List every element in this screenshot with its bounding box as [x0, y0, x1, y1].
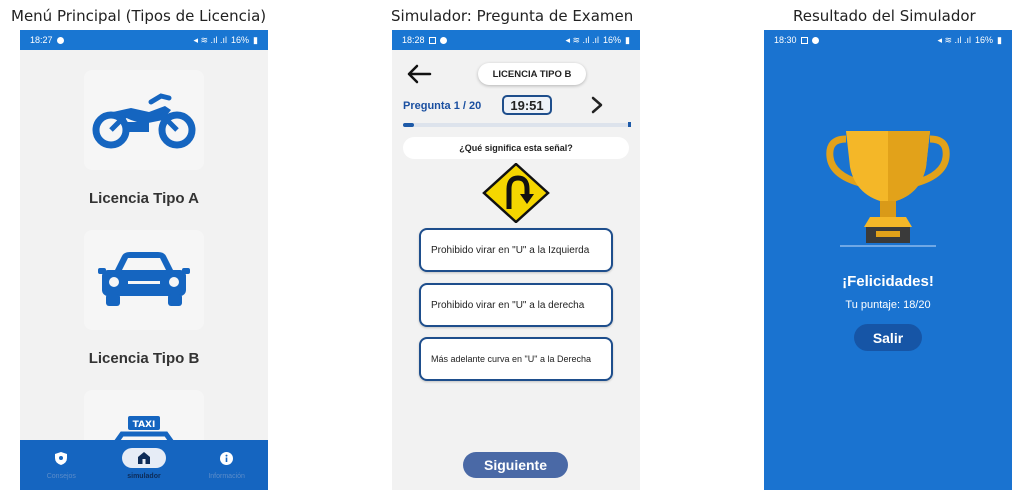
progress-end-marker	[628, 122, 631, 127]
signal-icon: ◂ ≋ .ıl .ıl	[565, 34, 600, 45]
gallery-icon	[428, 36, 436, 44]
back-arrow-icon[interactable]	[406, 64, 432, 88]
status-bar: 18:28 ◂ ≋ .ıl .ıl 16% ▮	[392, 30, 640, 50]
exam-screen: 18:28 ◂ ≋ .ıl .ıl 16% ▮ LICENCIA TIPO B Pr…	[392, 30, 640, 490]
congratulations-title: ¡Felicidades!	[842, 273, 934, 290]
info-icon	[205, 448, 249, 468]
notification-icon	[439, 36, 447, 44]
status-bar: 18:27 ◂ ≋ .ıl .ıl 16% ▮	[20, 30, 268, 50]
timer: 19:51	[502, 95, 552, 115]
battery-icon: ▮	[253, 34, 258, 45]
nav-item-simulador[interactable]: simulador	[104, 448, 184, 480]
license-chip: LICENCIA TIPO B	[478, 63, 586, 85]
exit-button[interactable]: Salir	[854, 324, 922, 351]
question-counter: Pregunta 1 / 20	[403, 100, 482, 112]
menu-screen: 18:27 ◂ ≋ .ıl .ıl16%▮ Licencia Tipo A	[20, 30, 268, 490]
progress-bar	[403, 123, 629, 127]
caption-exam: Simulador: Pregunta de Examen	[391, 7, 634, 25]
signal-icon: ◂ ≋ .ıl .ıl	[937, 34, 972, 45]
answer-option-3[interactable]: Más adelante curva en "U" a la Derecha	[419, 337, 613, 381]
shield-icon	[39, 448, 83, 468]
battery-level: 16%	[231, 35, 250, 45]
license-card-b[interactable]: Licencia Tipo B	[20, 230, 268, 367]
status-time: 18:28	[402, 35, 425, 45]
answer-option-1[interactable]: Prohibido virar en "U" a la Izquierda	[419, 228, 613, 272]
result-screen: 18:30 ◂ ≋ .ıl .ıl 16% ▮ ¡Felicidades! Tu p…	[764, 30, 1012, 490]
caption-result: Resultado del Simulador	[793, 7, 976, 25]
u-turn-sign-icon	[482, 162, 550, 227]
nav-label-simulador: simulador	[127, 473, 161, 480]
car-icon	[84, 230, 204, 330]
bottom-navigation: Consejos simulador Información	[20, 440, 268, 490]
next-button[interactable]: Siguiente	[463, 452, 568, 478]
status-bar: 18:30 ◂ ≋ .ıl .ıl 16% ▮	[764, 30, 1012, 50]
battery-level: 16%	[603, 35, 622, 45]
motorcycle-icon	[84, 70, 204, 170]
nav-label-consejos: Consejos	[46, 473, 76, 480]
signal-icon: ◂ ≋ .ıl .ıl	[193, 34, 228, 45]
trophy-icon	[826, 127, 950, 253]
taxi-badge-text: TAXI	[133, 420, 156, 430]
battery-icon: ▮	[997, 34, 1002, 45]
gallery-icon	[800, 36, 808, 44]
nav-item-informacion[interactable]: Información	[187, 448, 267, 480]
score-text: Tu puntaje: 18/20	[845, 299, 931, 311]
home-icon	[121, 448, 166, 468]
progress-fill	[403, 123, 415, 127]
chevron-right-icon[interactable]	[590, 96, 604, 118]
license-label-a: Licencia Tipo A	[88, 190, 200, 207]
license-card-a[interactable]: Licencia Tipo A	[20, 70, 268, 207]
battery-level: 16%	[975, 35, 994, 45]
answer-option-2[interactable]: Prohibido virar en "U" a la derecha	[419, 283, 613, 327]
nav-label-informacion: Información	[208, 473, 245, 480]
question-text: ¿Qué significa esta señal?	[403, 137, 629, 159]
status-time: 18:30	[774, 35, 797, 45]
license-label-b: Licencia Tipo B	[88, 350, 200, 367]
notification-icon	[56, 36, 64, 44]
caption-menu: Menú Principal (Tipos de Licencia)	[11, 7, 267, 25]
notification-icon	[811, 36, 819, 44]
nav-item-consejos[interactable]: Consejos	[21, 448, 101, 480]
status-time: 18:27	[30, 35, 53, 45]
battery-icon: ▮	[625, 34, 630, 45]
